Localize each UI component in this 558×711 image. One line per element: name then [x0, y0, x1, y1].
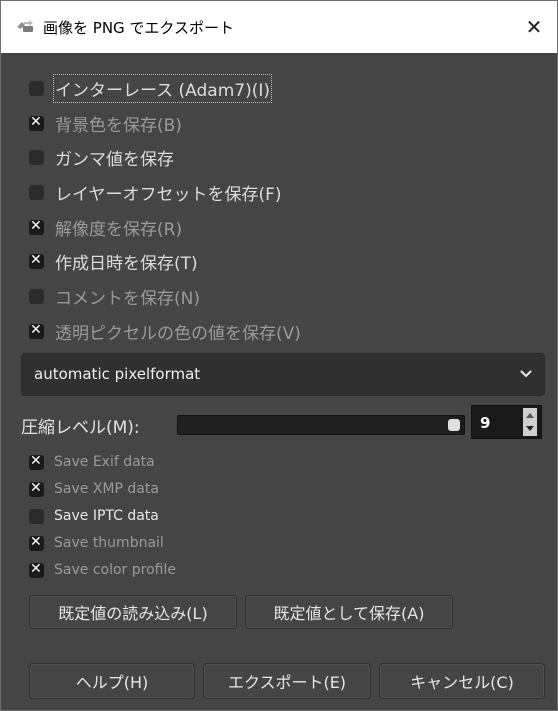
checkbox-label: 透明ピクセルの色の値を保存(V): [55, 323, 301, 344]
slider-fill: [178, 416, 460, 434]
save-layer-offset-checkbox[interactable]: レイヤーオフセットを保存(F): [29, 177, 282, 207]
load-defaults-button[interactable]: 既定値の読み込み(L): [29, 595, 237, 629]
pixelformat-value: automatic pixelformat: [34, 365, 201, 383]
checkbox-label: Save Exif data: [54, 454, 155, 470]
checkbox-box[interactable]: [29, 80, 44, 96]
gimp-export-icon: [17, 20, 33, 32]
save-gamma-checkbox[interactable]: ガンマ値を保存: [29, 142, 174, 172]
chevron-up-icon: [526, 413, 534, 418]
window-title: 画像を PNG でエクスポート: [43, 19, 234, 37]
button-label: 既定値として保存(A): [273, 604, 425, 623]
save-color-profile-checkbox[interactable]: Save color profile: [29, 558, 176, 582]
checkbox-box[interactable]: [29, 149, 44, 165]
checkbox-label: Save IPTC data: [54, 508, 159, 524]
compression-spinbutton[interactable]: 9: [471, 405, 542, 439]
save-resolution-checkbox[interactable]: 解像度を保存(R): [29, 212, 182, 242]
checkbox-label: 背景色を保存(B): [55, 115, 182, 136]
close-button[interactable]: ✕: [511, 1, 557, 53]
save-transparent-color-checkbox[interactable]: 透明ピクセルの色の値を保存(V): [29, 316, 301, 346]
export-png-dialog: 画像を PNG でエクスポート ✕ インターレース (Adam7)(I) 背景色…: [0, 0, 558, 711]
button-label: エクスポート(E): [227, 673, 347, 692]
dialog-content: インターレース (Adam7)(I) 背景色を保存(B) ガンマ値を保存 レイヤ…: [1, 53, 557, 710]
save-comment-checkbox[interactable]: コメントを保存(N): [29, 281, 200, 311]
check-x-icon[interactable]: [29, 252, 44, 269]
checkbox-label: 解像度を保存(R): [55, 219, 183, 240]
compression-value: 9: [480, 414, 491, 432]
pixelformat-dropdown[interactable]: automatic pixelformat: [21, 353, 545, 396]
checkbox-label: Save XMP data: [54, 481, 159, 497]
chevron-down-icon: [526, 426, 534, 431]
save-xmp-checkbox[interactable]: Save XMP data: [29, 477, 159, 501]
button-label: 既定値の読み込み(L): [58, 604, 208, 623]
interlace-checkbox[interactable]: インターレース (Adam7)(I): [29, 73, 273, 103]
save-creation-time-checkbox[interactable]: 作成日時を保存(T): [29, 246, 198, 276]
check-x-icon[interactable]: [29, 480, 44, 497]
save-background-checkbox[interactable]: 背景色を保存(B): [29, 108, 182, 138]
save-defaults-button[interactable]: 既定値として保存(A): [245, 595, 453, 629]
decrement-button[interactable]: [523, 422, 537, 436]
export-button[interactable]: エクスポート(E): [203, 663, 371, 699]
chevron-down-icon: [520, 370, 532, 378]
slider-handle[interactable]: [448, 419, 460, 431]
help-button[interactable]: ヘルプ(H): [29, 663, 195, 699]
checkbox-box[interactable]: [29, 184, 44, 200]
title-bar: 画像を PNG でエクスポート ✕: [1, 1, 557, 53]
compression-slider[interactable]: [177, 415, 465, 435]
checkbox-label: レイヤーオフセットを保存(F): [55, 184, 282, 205]
checkbox-label: ガンマ値を保存: [55, 149, 174, 170]
cancel-button[interactable]: キャンセル(C): [379, 663, 545, 699]
save-exif-checkbox[interactable]: Save Exif data: [29, 450, 155, 474]
check-x-icon[interactable]: [29, 322, 44, 339]
checkbox-label: Save thumbnail: [54, 535, 164, 551]
checkbox-label: 作成日時を保存(T): [55, 253, 198, 274]
compression-label: 圧縮レベル(M):: [21, 418, 140, 438]
save-iptc-checkbox[interactable]: Save IPTC data: [29, 504, 159, 528]
increment-button[interactable]: [523, 408, 537, 422]
checkbox-label: コメントを保存(N): [55, 288, 200, 309]
checkbox-box[interactable]: [29, 508, 44, 524]
button-label: ヘルプ(H): [75, 673, 149, 692]
close-icon: ✕: [525, 15, 543, 39]
check-x-icon[interactable]: [29, 114, 44, 131]
checkbox-label: インターレース (Adam7)(I): [52, 73, 273, 103]
checkbox-label: Save color profile: [54, 562, 176, 578]
check-x-icon[interactable]: [29, 453, 44, 470]
check-x-icon[interactable]: [29, 561, 44, 578]
checkbox-box[interactable]: [29, 288, 44, 304]
button-label: キャンセル(C): [410, 673, 514, 692]
save-thumbnail-checkbox[interactable]: Save thumbnail: [29, 531, 164, 555]
check-x-icon[interactable]: [29, 534, 44, 551]
check-x-icon[interactable]: [29, 218, 44, 235]
